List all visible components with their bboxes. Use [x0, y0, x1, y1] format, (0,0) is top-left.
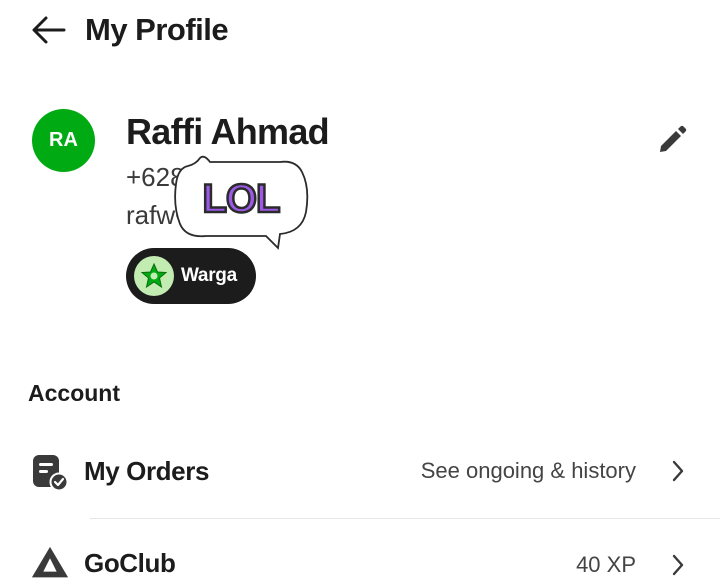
goclub-item[interactable]: GoClub 40 XP: [0, 540, 720, 580]
avatar: RA: [32, 109, 95, 172]
user-name: Raffi Ahmad: [126, 111, 330, 152]
my-orders-label: My Orders: [84, 456, 210, 486]
divider: [90, 518, 720, 519]
my-orders-item[interactable]: My Orders See ongoing & history: [0, 440, 720, 506]
membership-badge[interactable]: Warga: [126, 248, 256, 304]
avatar-initials: RA: [49, 129, 78, 151]
back-arrow-icon: [32, 16, 66, 44]
chevron-right-icon: [666, 459, 690, 483]
pencil-icon: [660, 125, 687, 152]
sticker-text: LOL: [201, 176, 281, 223]
goclub-label: GoClub: [84, 548, 176, 578]
goclub-detail: 40 XP: [576, 552, 636, 577]
goclub-icon: [30, 544, 70, 584]
back-button[interactable]: [28, 10, 70, 50]
chevron-right-icon: [666, 553, 690, 577]
orders-icon: [30, 452, 70, 492]
account-section-title: Account: [28, 380, 120, 406]
star-badge-icon: [134, 256, 174, 296]
edit-profile-button[interactable]: [652, 120, 692, 160]
page-title: My Profile: [85, 12, 229, 47]
my-orders-detail: See ongoing & history: [420, 458, 636, 483]
badge-label: Warga: [181, 265, 237, 286]
